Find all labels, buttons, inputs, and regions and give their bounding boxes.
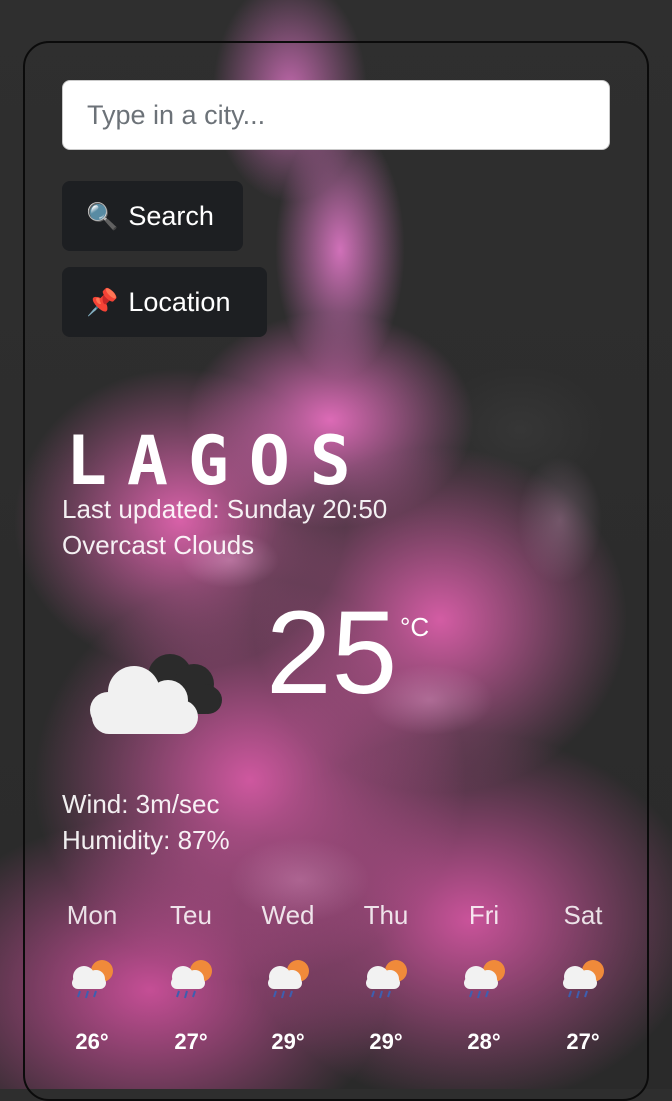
rain-sun-icon [366, 960, 407, 999]
forecast-day: Sat 27° [543, 900, 623, 1055]
weather-description: Overcast Clouds [62, 530, 255, 560]
forecast-high: 27° [566, 1029, 600, 1054]
current-temperature: 25 [266, 587, 398, 719]
forecast-high: 29° [369, 1029, 403, 1054]
location-button[interactable]: 📌 Location [62, 267, 267, 337]
rain-sun-icon [563, 960, 604, 999]
forecast-day-name: Wed [261, 900, 315, 930]
forecast-high: 26° [75, 1029, 109, 1054]
forecast-day: Mon 26° [52, 900, 132, 1055]
city-search-input[interactable] [62, 80, 610, 150]
forecast-day-name: Sat [563, 900, 603, 930]
temperature-unit: °C [400, 612, 430, 642]
forecast-day-name: Fri [468, 900, 500, 930]
forecast-high: 29° [271, 1029, 305, 1054]
magnifier-icon: 🔍 [86, 201, 119, 231]
search-button[interactable]: 🔍 Search [62, 181, 243, 251]
forecast-day: Thu 29° [346, 900, 426, 1055]
overcast-clouds-icon [90, 654, 222, 734]
rain-sun-icon [268, 960, 309, 999]
pushpin-icon: 📌 [86, 287, 119, 317]
forecast-day: Wed 29° [248, 900, 328, 1055]
last-updated: Last updated: Sunday 20:50 [62, 494, 388, 524]
location-button-label: Location [128, 286, 231, 317]
forecast-day-name: Mon [66, 900, 118, 930]
rain-sun-icon [464, 960, 505, 999]
forecast-high: 27° [174, 1029, 208, 1054]
forecast-day: Fri 28° [444, 900, 524, 1055]
search-button-label: Search [128, 200, 214, 231]
forecast-day-name: Thu [363, 900, 409, 930]
rain-sun-icon [171, 960, 212, 999]
city-name: LAGOS [66, 422, 371, 501]
forecast-day-name: Teu [170, 900, 212, 930]
forecast-high: 28° [467, 1029, 501, 1054]
humidity: Humidity: 87% [62, 825, 230, 855]
rain-sun-icon [72, 960, 113, 999]
forecast-day: Teu 27° [151, 900, 231, 1055]
wind-speed: Wind: 3m/sec [62, 789, 220, 819]
